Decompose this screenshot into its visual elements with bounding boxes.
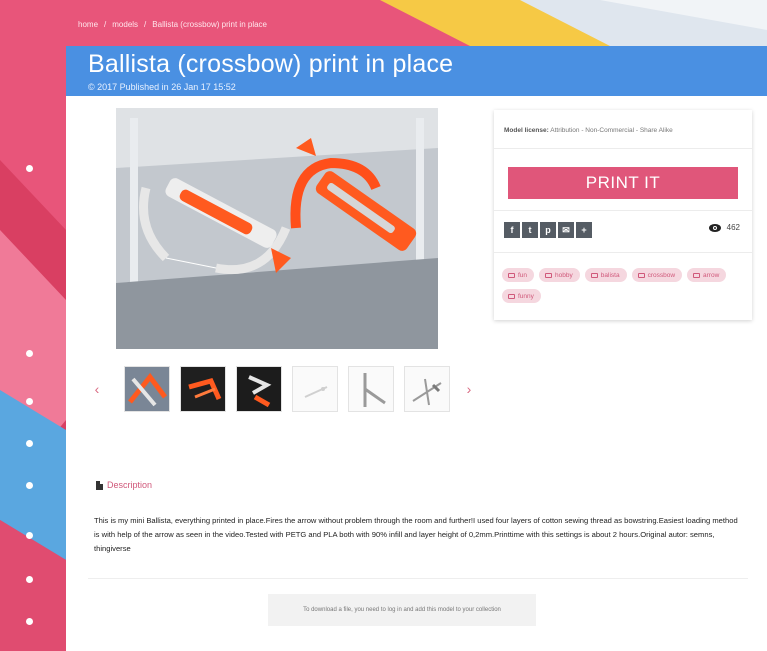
license-label: Model license: (504, 127, 549, 134)
side-dot (26, 576, 33, 583)
view-count: 462 (708, 223, 740, 232)
description-heading: Description (96, 480, 152, 490)
tag-label: arrow (703, 271, 720, 279)
model-license: Model license: Attribution - Non-Commerc… (504, 127, 744, 134)
tag-label: balista (600, 271, 620, 279)
breadcrumb: home / models / Ballista (crossbow) prin… (78, 20, 267, 29)
document-icon (96, 480, 103, 490)
published-date: © 2017 Published in 26 Jan 17 15:52 (88, 82, 236, 92)
download-login-note: To download a file, you need to log in a… (268, 594, 536, 626)
card-divider (494, 210, 752, 211)
card-divider (494, 148, 752, 149)
page-title: Ballista (crossbow) print in place (88, 50, 454, 78)
description-heading-text: Description (107, 480, 153, 490)
side-dot (26, 440, 33, 447)
tag-icon (508, 293, 515, 299)
model-info-card: Model license: Attribution - Non-Commerc… (494, 110, 752, 320)
tag-icon (508, 272, 515, 278)
pinterest-share-icon[interactable]: p (540, 222, 556, 238)
facebook-share-icon[interactable]: f (504, 222, 520, 238)
thumbnail-5[interactable] (348, 366, 394, 412)
side-dot (26, 618, 33, 625)
side-dot (26, 532, 33, 539)
thumbnail-prev-arrow[interactable]: ‹ (88, 381, 106, 397)
thumbnail-2[interactable] (180, 366, 226, 412)
twitter-share-icon[interactable]: t (522, 222, 538, 238)
tag-label: funny (518, 292, 534, 300)
tag-hobby[interactable]: hobby (539, 268, 580, 282)
description-divider (88, 578, 748, 579)
tag-arrow[interactable]: arrow (687, 268, 727, 282)
thumbnail-6[interactable] (404, 366, 450, 412)
breadcrumb-models-link[interactable]: models (112, 20, 138, 29)
tag-label: crossbow (647, 271, 676, 279)
more-share-icon[interactable]: + (576, 222, 592, 238)
breadcrumb-home-link[interactable]: home (78, 20, 98, 29)
tag-icon (545, 272, 553, 278)
tag-funny[interactable]: funny (502, 289, 541, 303)
tag-label: fun (518, 271, 528, 279)
description-text: This is my mini Ballista, everything pri… (94, 516, 738, 553)
thumbnail-3[interactable] (236, 366, 282, 412)
thumbnail-strip: ‹ › (88, 366, 478, 412)
thumbnail-4[interactable] (292, 366, 338, 412)
tag-list: fun hobby balista crossbow arrow funny (502, 268, 747, 303)
tag-icon (637, 272, 645, 278)
thumbnail-next-arrow[interactable]: › (460, 381, 478, 397)
tag-balista[interactable]: balista (584, 268, 627, 282)
view-count-value: 462 (726, 223, 740, 232)
tag-icon (590, 272, 598, 278)
thumbnail-1[interactable] (124, 366, 170, 412)
tag-icon (693, 272, 701, 278)
side-dot (26, 482, 33, 489)
license-value: Attribution - Non-Commercial - Share Ali… (550, 127, 673, 134)
print-it-button[interactable]: PRINT IT (508, 167, 738, 199)
email-share-icon[interactable]: ✉ (558, 222, 574, 238)
side-dot (26, 350, 33, 357)
share-buttons: f t p ✉ + (504, 222, 592, 238)
tag-fun[interactable]: fun (502, 268, 535, 282)
breadcrumb-separator: / (144, 20, 147, 29)
side-dot (26, 165, 33, 172)
breadcrumb-current-link[interactable]: Ballista (crossbow) print in place (152, 20, 267, 29)
card-divider (494, 252, 752, 253)
tag-label: hobby (555, 271, 573, 279)
breadcrumb-separator: / (104, 20, 107, 29)
main-model-image[interactable] (116, 108, 438, 349)
tag-crossbow[interactable]: crossbow (631, 268, 683, 282)
eye-icon (708, 223, 721, 232)
side-dot (26, 398, 33, 405)
